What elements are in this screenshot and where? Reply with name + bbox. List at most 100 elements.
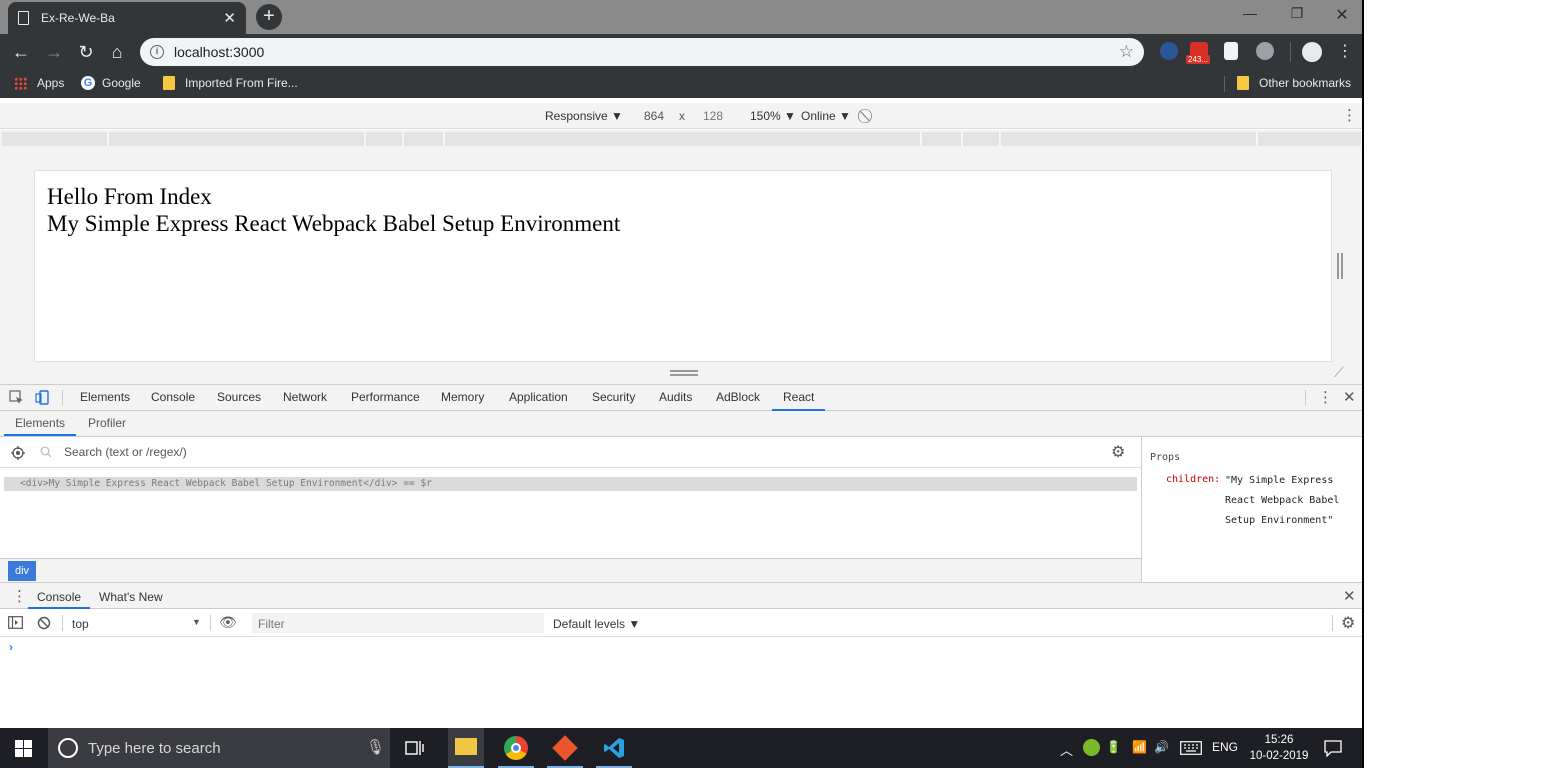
device-toggle-icon[interactable]: [35, 390, 50, 405]
menu-icon[interactable]: ⋮: [1334, 41, 1356, 63]
reload-icon[interactable]: ↻: [75, 41, 97, 63]
drawer-tab-console[interactable]: Console: [37, 590, 81, 604]
microphone-icon[interactable]: 🎙: [366, 738, 385, 756]
tab-network[interactable]: Network: [283, 390, 327, 404]
devtools-close-icon[interactable]: ✕: [1343, 388, 1356, 406]
forward-icon[interactable]: →: [43, 41, 65, 63]
info-icon[interactable]: i: [150, 45, 164, 59]
viewport-resize-handle-right[interactable]: [1337, 253, 1343, 279]
folder-icon: [455, 738, 477, 755]
ruler-segment[interactable]: [1258, 132, 1362, 146]
ruler-segment[interactable]: [366, 132, 403, 146]
restore-icon[interactable]: ❐: [1287, 5, 1307, 22]
device-mode-select[interactable]: Responsive ▼: [545, 109, 623, 123]
notification-center-icon[interactable]: [1324, 740, 1342, 757]
viewport-resize-handle-bottom[interactable]: [670, 370, 698, 376]
tab-application[interactable]: Application: [509, 390, 568, 404]
tab-adblock[interactable]: AdBlock: [716, 390, 760, 404]
settings-gear-icon[interactable]: ⚙: [1111, 442, 1125, 462]
wifi-icon[interactable]: 📶: [1132, 740, 1147, 754]
console-prompt[interactable]: ›: [9, 640, 13, 654]
ruler-segment[interactable]: [404, 132, 444, 146]
ruler-segment[interactable]: [1001, 132, 1257, 146]
taskbar-search-box[interactable]: Type here to search 🎙: [48, 728, 390, 768]
browser-tab[interactable]: Ex-Re-We-Ba ✕: [8, 2, 246, 34]
tab-sources[interactable]: Sources: [217, 390, 261, 404]
react-search-row: Search (text or /regex/) ⚙: [0, 437, 1141, 468]
ruler-segment[interactable]: [922, 132, 962, 146]
prop-value[interactable]: "My Simple Express React Webpack Babel S…: [1225, 471, 1355, 531]
minimize-icon[interactable]: —: [1240, 5, 1260, 21]
device-toolbar: Responsive ▼ 864 x 128 150% ▼ Online ▼ ⃠…: [0, 103, 1362, 129]
chevron-down-icon[interactable]: ▼: [192, 617, 201, 627]
home-icon[interactable]: ⌂: [106, 41, 128, 63]
log-levels-select[interactable]: Default levels ▼: [553, 617, 640, 631]
drawer-tab-whats-new[interactable]: What's New: [99, 590, 163, 604]
bookmark-apps[interactable]: Apps: [14, 76, 64, 90]
ruler-segment[interactable]: [963, 132, 1000, 146]
console-settings-gear-icon[interactable]: ⚙: [1341, 613, 1355, 633]
tray-chevron-up-icon[interactable]: ︿: [1060, 740, 1073, 759]
taskbar-git[interactable]: [547, 728, 583, 768]
tab-security[interactable]: Security: [592, 390, 635, 404]
sidebar-toggle-icon[interactable]: [8, 616, 23, 629]
subtab-elements[interactable]: Elements: [15, 416, 65, 430]
drawer-tabbar: ⋮ Console What's New ✕: [0, 582, 1362, 609]
react-search-input[interactable]: Search (text or /regex/): [64, 445, 187, 459]
throttling-select[interactable]: Online ▼: [801, 109, 851, 123]
task-view-icon[interactable]: [405, 739, 425, 757]
devtools-more-icon[interactable]: ⋮: [1318, 388, 1333, 406]
notes-extension-icon[interactable]: [1224, 42, 1238, 60]
windows-start-icon[interactable]: [15, 740, 32, 757]
subtab-profiler[interactable]: Profiler: [88, 416, 126, 430]
tab-react[interactable]: React: [783, 390, 814, 404]
taskbar-clock[interactable]: 15:26 10-02-2019: [1244, 732, 1314, 764]
viewport-width-input[interactable]: 864: [644, 109, 664, 123]
mail-badge: 243...: [1186, 55, 1211, 64]
console-filter-input[interactable]: Filter: [252, 613, 544, 633]
profile-avatar[interactable]: [1302, 42, 1322, 62]
bookmark-imported[interactable]: Imported From Fire...: [163, 76, 298, 90]
taskbar-vscode[interactable]: [596, 728, 632, 768]
inspect-element-icon[interactable]: [9, 390, 24, 405]
clear-console-icon[interactable]: [37, 616, 51, 630]
back-icon[interactable]: ←: [10, 41, 32, 63]
viewport-height-input[interactable]: 128: [703, 109, 723, 123]
bookmark-other[interactable]: Other bookmarks: [1237, 76, 1351, 90]
taskbar-file-explorer[interactable]: [448, 728, 484, 768]
ruler-segment[interactable]: [2, 132, 108, 146]
tab-performance[interactable]: Performance: [351, 390, 420, 404]
battery-icon[interactable]: 🔋: [1106, 740, 1121, 754]
tree-row[interactable]: <div>My Simple Express React Webpack Bab…: [4, 477, 1137, 491]
utorrent-icon[interactable]: [1083, 739, 1100, 756]
viewport-resize-corner[interactable]: ⟋: [1334, 364, 1344, 381]
volume-icon[interactable]: 🔊: [1154, 740, 1169, 754]
new-tab-button[interactable]: +: [256, 4, 282, 30]
drawer-close-icon[interactable]: ✕: [1343, 587, 1356, 605]
bookmark-star-icon[interactable]: ☆: [1119, 42, 1134, 62]
ruler-segment[interactable]: [109, 132, 365, 146]
context-select[interactable]: top: [72, 617, 89, 631]
extension-icon[interactable]: [1160, 42, 1178, 60]
zoom-select[interactable]: 150% ▼: [750, 109, 796, 123]
console-output[interactable]: ›: [0, 637, 1362, 727]
drawer-menu-icon[interactable]: ⋮: [12, 587, 27, 605]
breadcrumb-div[interactable]: div: [8, 561, 37, 581]
pocket-extension-icon[interactable]: [1256, 42, 1274, 60]
select-element-icon[interactable]: [11, 446, 25, 460]
tab-elements[interactable]: Elements: [80, 390, 130, 404]
tab-close-icon[interactable]: ✕: [223, 9, 236, 27]
ruler-segment[interactable]: [445, 132, 921, 146]
bookmark-google[interactable]: G Google: [81, 76, 141, 90]
tab-console[interactable]: Console: [151, 390, 195, 404]
keyboard-icon[interactable]: [1180, 741, 1202, 755]
tab-audits[interactable]: Audits: [659, 390, 692, 404]
window-close-icon[interactable]: ✕: [1332, 5, 1352, 25]
language-indicator[interactable]: ENG: [1212, 740, 1238, 754]
address-bar[interactable]: i localhost:3000 ☆: [140, 38, 1144, 66]
live-expression-eye-icon[interactable]: 👁: [219, 614, 237, 631]
device-more-icon[interactable]: ⋮: [1342, 106, 1357, 124]
taskbar-search-placeholder: Type here to search: [88, 739, 221, 757]
tab-memory[interactable]: Memory: [441, 390, 484, 404]
taskbar-chrome[interactable]: [498, 728, 534, 768]
